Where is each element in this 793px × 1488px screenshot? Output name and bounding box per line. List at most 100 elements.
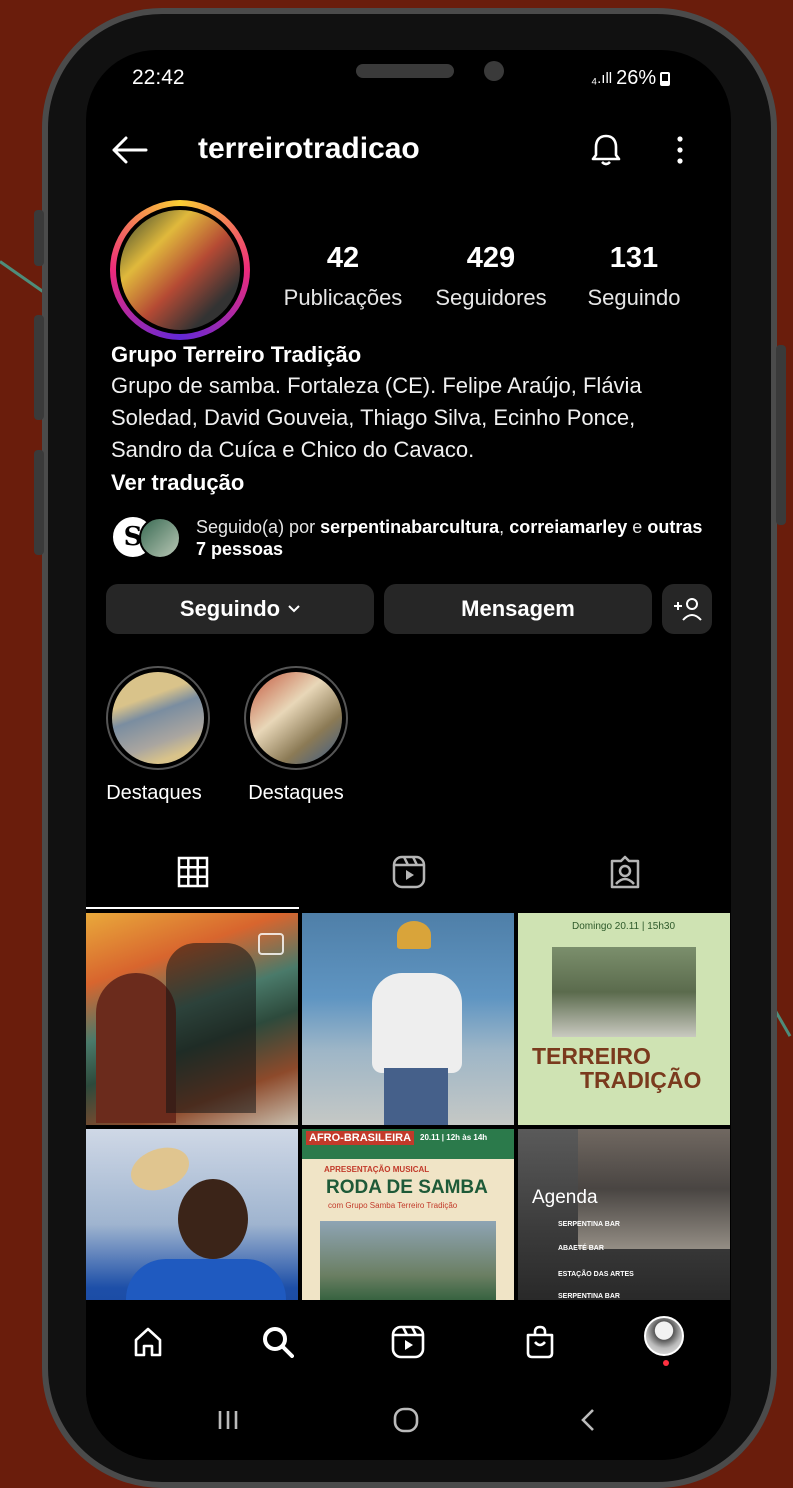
phone-side-button [34,450,44,555]
followed-by-user-2: correiamarley [509,517,628,537]
phone-side-button [776,345,786,525]
post-thumbnail[interactable] [86,913,298,1125]
post-tag-text: AFRO-BRASILEIRA [306,1131,415,1145]
highlight-ring [244,666,348,770]
highlight-1[interactable]: Destaques [98,666,218,805]
home-icon [134,1327,162,1357]
phone-side-button [34,210,44,266]
profile-avatar [116,206,244,334]
stat-following-label: Seguindo [587,285,681,310]
post-title-line-1: TERREIRO [532,1043,651,1069]
highlight-2[interactable]: Destaques [236,666,356,805]
stat-posts-label: Publicações [283,285,403,310]
following-button[interactable]: Seguindo [106,584,374,634]
more-vertical-icon [677,136,683,164]
battery-level: 26% [616,67,657,89]
battery-icon [660,71,671,86]
nav-search[interactable] [256,1320,300,1364]
photo-figure [166,943,256,1113]
bio-text: Grupo de samba. Fortaleza (CE). Felipe A… [111,373,642,462]
photo-figure [96,973,176,1123]
post-thumbnail[interactable] [302,913,514,1125]
photo-figure [384,1068,448,1125]
tab-posts-grid[interactable] [86,837,299,907]
reels-icon [392,855,425,889]
bottom-navigation [86,1300,731,1380]
mutual-followers-avatars[interactable]: S [111,515,181,559]
photo-figure [372,973,462,1073]
followed-by-text[interactable]: Seguido(a) por serpentinabarcultura, cor… [196,516,706,560]
photo-figure [124,1139,196,1199]
see-translation-link[interactable]: Ver tradução [111,470,244,496]
reels-icon [391,1325,425,1359]
arrow-left-icon [112,136,148,164]
system-navigation-bar [86,1380,731,1460]
back-chevron-icon [581,1409,594,1431]
chevron-down-icon [288,605,300,613]
highlight-label: Destaques [106,782,202,804]
agenda-title: Agenda [532,1187,598,1208]
tab-reels[interactable] [302,837,515,907]
status-indicators: ₄.ıll 26% [591,67,671,90]
nav-reels[interactable] [386,1320,430,1364]
photo-group [578,1129,730,1249]
photo-group [552,947,696,1037]
activity-dot [663,1360,669,1366]
highlight-cover [112,672,204,764]
recents-icon [218,1411,238,1429]
search-icon [263,1327,294,1358]
bell-icon [591,134,621,166]
more-options-button[interactable] [662,128,698,172]
message-button-label: Mensagem [461,596,575,621]
highlight-label: Destaques [248,782,344,804]
stat-posts-value: 42 [326,242,360,274]
stat-following[interactable]: 131 Seguindo [574,242,694,311]
phone-screen: 22:42 ₄.ıll 26% terreirotradicao 42 Publ… [86,50,731,1460]
profile-avatar-story-ring[interactable] [110,200,250,340]
profile-username: terreirotradicao [198,132,420,165]
notch-camera [484,61,504,81]
grid-icon [177,856,208,888]
following-button-label: Seguindo [179,596,281,621]
home-button[interactable] [384,1400,428,1440]
message-button[interactable]: Mensagem [384,584,652,634]
tab-tagged[interactable] [518,837,731,907]
stat-followers[interactable]: 429 Seguidores [426,242,556,311]
stat-followers-value: 429 [466,242,516,274]
notifications-button[interactable] [584,128,628,172]
shop-icon [526,1325,554,1359]
active-tab-indicator [86,907,299,909]
highlight-ring [106,666,210,770]
status-time: 22:42 [132,66,185,89]
post-date-text: Domingo 20.11 | 15h30 [572,921,676,932]
add-user-button[interactable] [662,584,712,634]
photo-figure [178,1179,248,1259]
followed-by-prefix: Seguido(a) por [196,517,316,537]
signal-icon: ₄.ıll [591,70,613,87]
post-title: RODA DE SAMBA [326,1177,488,1198]
photo-figure [397,921,431,949]
nav-home[interactable] [126,1320,170,1364]
followed-by-sep: , [499,517,505,537]
nav-profile[interactable] [644,1316,688,1370]
post-thumbnail[interactable]: Domingo 20.11 | 15h30 TERREIRO TRADIÇÃO [518,913,730,1125]
stat-following-value: 131 [609,242,659,274]
reel-indicator-icon [258,933,284,955]
recents-button[interactable] [206,1400,250,1440]
highlight-cover [250,672,342,764]
stat-posts[interactable]: 42 Publicações [278,242,408,311]
add-user-icon [674,598,702,621]
post-subtitle: com Grupo Samba Terreiro Tradição [328,1201,458,1210]
agenda-item: ESTAÇÃO DAS ARTES [558,1271,634,1278]
agenda-item: SERPENTINA BAR [558,1221,620,1228]
followed-by-user-1: serpentinabarcultura [320,517,500,537]
mutual-avatar-2 [139,517,181,559]
back-system-button[interactable] [566,1400,610,1440]
bio-name: Grupo Terreiro Tradição [111,342,362,367]
back-button[interactable] [108,128,152,172]
stat-followers-label: Seguidores [435,285,547,310]
tagged-icon [610,855,639,889]
followed-by-and: e [632,517,643,537]
agenda-item: SERPENTINA BAR [558,1293,620,1300]
nav-shop[interactable] [518,1320,562,1364]
